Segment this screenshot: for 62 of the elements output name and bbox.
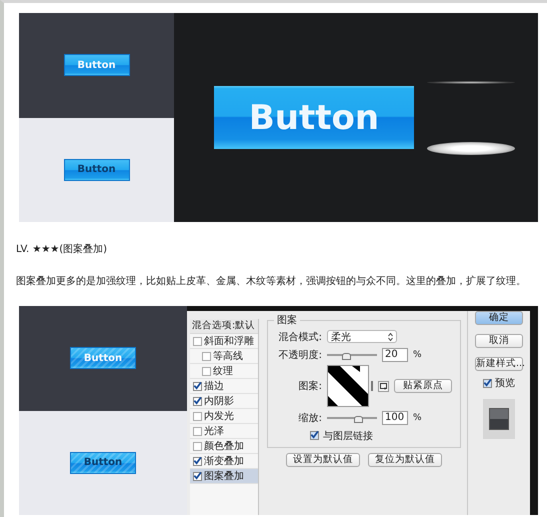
checkbox[interactable] — [193, 456, 202, 466]
item-label: 斜面和浮雕 — [204, 334, 254, 348]
checkbox[interactable] — [193, 412, 202, 420]
item-label: 内发光 — [204, 410, 234, 423]
sidebar-item[interactable]: 描边 — [190, 379, 258, 394]
checkbox[interactable] — [193, 472, 202, 480]
item-label: 光泽 — [204, 424, 224, 438]
item-label: 内阴影 — [204, 394, 234, 408]
sidebar-item[interactable]: 混合选项:默认 — [190, 319, 258, 334]
unit-label: % — [413, 350, 422, 360]
slider-thumb[interactable] — [354, 416, 363, 422]
dialog-button[interactable]: 新建样式... — [475, 357, 523, 371]
sidebar-item[interactable]: 颜色叠加 — [190, 439, 258, 454]
heading-text: LV. ★★★(图案叠加) — [16, 243, 108, 257]
page-icon — [380, 382, 387, 390]
field-label: 缩放: — [298, 412, 322, 424]
checkbox[interactable] — [193, 336, 202, 346]
dialog-button[interactable]: 确定 — [475, 311, 523, 325]
checkbox[interactable] — [310, 431, 319, 440]
blend-mode-dropdown[interactable]: 柔光 — [327, 330, 397, 343]
sidebar-item[interactable]: 等高线 — [190, 349, 258, 364]
value-field[interactable]: 100 — [382, 410, 408, 424]
paragraph-text: 图案叠加更多的是加强纹理，比如贴上皮革、金属、木纹等素材，强调按钮的与众不同。这里的叠加，扩展了纹理。 — [16, 275, 526, 289]
checkbox[interactable] — [193, 426, 202, 436]
preview-swatch — [489, 408, 509, 430]
item-label: 渐变叠加 — [204, 454, 244, 468]
sidebar-item[interactable]: 图案叠加 — [190, 469, 258, 484]
checkbox[interactable] — [193, 442, 202, 450]
snap-to-origin-button[interactable]: 贴紧原点 — [394, 379, 452, 393]
item-label: 颜色叠加 — [204, 440, 244, 453]
checkbox[interactable] — [202, 366, 211, 376]
sidebar-item[interactable]: 内发光 — [190, 409, 258, 424]
group-title: 图案 — [276, 314, 298, 327]
dialog-button[interactable]: 复位为默认值 — [368, 453, 442, 467]
checkbox-label: 预览 — [495, 377, 515, 390]
unit-label: % — [413, 412, 422, 422]
pattern-swatch[interactable] — [327, 365, 369, 407]
new-preset-button[interactable] — [378, 380, 389, 392]
slider-thumb[interactable] — [342, 352, 350, 360]
sample-button[interactable]: Button — [70, 452, 136, 474]
checkbox-label: 与图层链接 — [323, 430, 373, 442]
updown-arrows-icon — [388, 332, 393, 340]
checkbox[interactable] — [483, 378, 492, 388]
sidebar-item[interactable]: 光泽 — [190, 424, 258, 439]
sidebar-item[interactable]: 内阴影 — [190, 394, 258, 409]
field-label: 不透明度: — [278, 348, 322, 362]
scrollbar-thumb[interactable] — [371, 381, 373, 391]
dialog-button[interactable]: 设置为默认值 — [286, 453, 360, 467]
sample-button[interactable]: Button — [64, 158, 130, 181]
item-label: 描边 — [204, 380, 224, 393]
checkbox[interactable] — [193, 396, 202, 406]
checkbox[interactable] — [193, 382, 202, 390]
item-label: 等高线 — [213, 350, 243, 363]
field-label: 图案: — [298, 380, 322, 393]
dialog-button[interactable]: 取消 — [475, 334, 523, 348]
checkbox[interactable] — [202, 352, 211, 360]
item-label: 图案叠加 — [204, 470, 244, 483]
sidebar-item[interactable]: 斜面和浮雕 — [190, 334, 258, 349]
sidebar-item[interactable]: 纹理 — [190, 364, 258, 379]
value-field[interactable]: 20 — [382, 348, 408, 362]
field-label: 混合模式: — [278, 330, 322, 344]
item-label: 纹理 — [213, 365, 233, 378]
